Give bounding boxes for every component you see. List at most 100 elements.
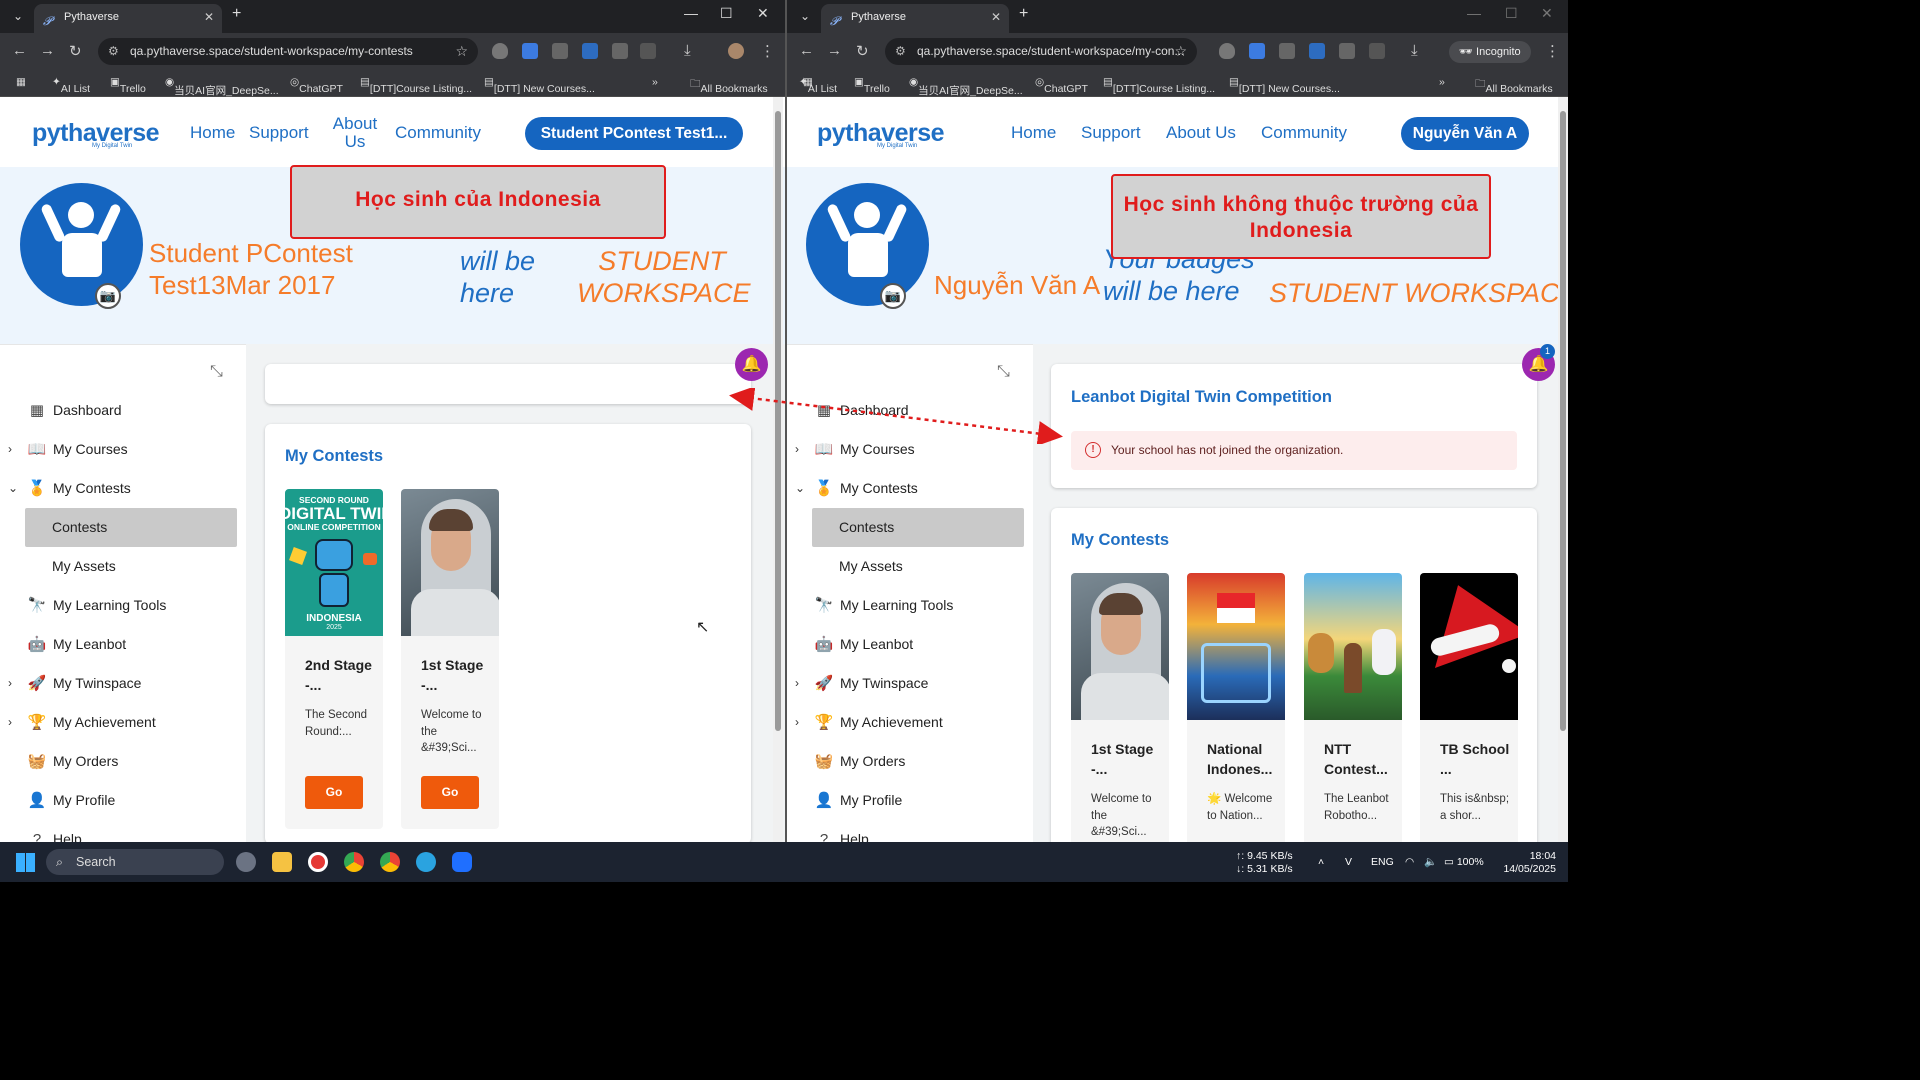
sidebar-item-help[interactable]: ? Help	[787, 820, 1033, 842]
menu-kebab-icon[interactable]: ⋮	[1545, 42, 1560, 60]
maximize-icon[interactable]: ☐	[720, 5, 733, 22]
sidebar-item-my-assets[interactable]: My Assets	[0, 547, 246, 586]
sidebar-item-help[interactable]: ? Help	[0, 820, 246, 842]
sidebar-item-my-learning-tools[interactable]: 🔭 My Learning Tools	[0, 586, 246, 625]
minimize-icon[interactable]: —	[1467, 5, 1481, 21]
puzzle-extensions-icon[interactable]	[1369, 43, 1385, 59]
telegram-icon[interactable]	[416, 852, 436, 872]
camera-icon[interactable]: 📷	[95, 283, 121, 309]
forward-icon[interactable]: →	[40, 42, 55, 59]
go-button[interactable]: Go	[421, 776, 479, 809]
sidebar-item-my-achievement[interactable]: › 🏆 My Achievement	[0, 703, 246, 742]
new-tab-icon[interactable]: +	[232, 5, 241, 23]
incognito-badge[interactable]: 🕶 Incognito	[1449, 41, 1531, 63]
ublock-extension-icon[interactable]	[612, 43, 628, 59]
zip-extension-icon[interactable]	[1309, 43, 1325, 59]
contest-tile[interactable]: 1st Stage -... Welcome to the &#39;Sci..…	[401, 489, 499, 829]
sidebar-item-my-twinspace[interactable]: › 🚀 My Twinspace	[0, 664, 246, 703]
nav-support[interactable]: Support	[249, 123, 309, 143]
scrollbar[interactable]	[1558, 97, 1568, 842]
shield-extension-icon[interactable]	[492, 43, 508, 59]
close-window-icon[interactable]: ✕	[1541, 5, 1553, 22]
sidebar-item-my-profile[interactable]: 👤 My Profile	[787, 781, 1033, 820]
more-bookmarks-icon[interactable]: »	[652, 76, 658, 88]
back-icon[interactable]: ←	[12, 42, 27, 59]
sidebar-item-my-profile[interactable]: 👤 My Profile	[0, 781, 246, 820]
bookmark-item[interactable]: ✦ AI List	[799, 76, 837, 95]
nav-home[interactable]: Home	[1011, 123, 1056, 143]
sidebar-item-my-twinspace[interactable]: › 🚀 My Twinspace	[787, 664, 1033, 703]
recorder-icon[interactable]	[308, 852, 328, 872]
sidebar-item-my-leanbot[interactable]: 🤖 My Leanbot	[787, 625, 1033, 664]
sidebar-item-my-leanbot[interactable]: 🤖 My Leanbot	[0, 625, 246, 664]
sidebar-item-my-assets[interactable]: My Assets	[787, 547, 1033, 586]
address-bar[interactable]: ⚙ qa.pythaverse.space/student-workspace/…	[885, 38, 1197, 65]
sidebar-item-contests[interactable]: Contests	[25, 508, 237, 547]
bookmark-item[interactable]: ▤ [DTT] New Courses...	[1229, 76, 1340, 95]
chrome-profile-icon[interactable]	[380, 852, 400, 872]
site-info-icon[interactable]: ⚙	[108, 38, 119, 65]
tray-chevron-up-icon[interactable]: ˄	[1318, 856, 1324, 869]
bookmark-item[interactable]: ▣ Trello	[854, 76, 890, 95]
sidebar-item-my-courses[interactable]: › 📖 My Courses	[0, 430, 246, 469]
collapse-icon[interactable]: ⤡	[997, 363, 1010, 381]
bookmark-item[interactable]: ◉ 当贝AI官网_DeepSe...	[909, 76, 1023, 97]
translate-extension-icon[interactable]	[522, 43, 538, 59]
sidebar-item-my-achievement[interactable]: › 🏆 My Achievement	[787, 703, 1033, 742]
volume-icon[interactable]: 🔈	[1424, 856, 1437, 869]
bookmark-item[interactable]: ▣ Trello	[110, 76, 146, 95]
sidebar-item-dashboard[interactable]: ▦ Dashboard	[0, 391, 246, 430]
pythaverse-logo[interactable]: pythaverse My Digital Twin	[817, 119, 945, 149]
collapse-icon[interactable]: ⤡	[210, 363, 223, 381]
chrome-icon[interactable]	[344, 852, 364, 872]
nav-community[interactable]: Community	[1261, 123, 1347, 143]
camera-icon[interactable]: 📷	[880, 283, 906, 309]
scrollbar[interactable]	[773, 97, 783, 842]
contest-tile[interactable]: SECOND ROUND DIGITAL TWIN ONLINE COMPETI…	[285, 489, 383, 829]
bookmark-star-icon[interactable]: ☆	[455, 38, 468, 65]
apps-icon[interactable]: ▦	[16, 76, 26, 88]
bookmark-item[interactable]: ▤ [DTT] New Courses...	[484, 76, 595, 95]
forward-icon[interactable]: →	[827, 42, 842, 59]
download-icon[interactable]: ⤓	[1411, 42, 1418, 59]
notification-bell-icon[interactable]: 🔔	[735, 348, 768, 381]
contest-tile[interactable]: NTT Contest... The Leanbot Robotho...	[1304, 573, 1402, 842]
windows-start-icon[interactable]	[16, 853, 35, 872]
zip-extension-icon[interactable]	[582, 43, 598, 59]
minimize-icon[interactable]: —	[684, 5, 698, 21]
puzzle-extensions-icon[interactable]	[640, 43, 656, 59]
shield-extension-icon[interactable]	[1219, 43, 1235, 59]
profile-avatar-icon[interactable]	[728, 43, 744, 59]
contest-tile[interactable]: 1st Stage -... Welcome to the &#39;Sci..…	[1071, 573, 1169, 842]
nav-community[interactable]: Community	[395, 123, 481, 143]
close-tab-icon[interactable]: ✕	[204, 4, 214, 30]
nav-home[interactable]: Home	[190, 123, 235, 143]
ublock-extension-icon[interactable]	[1339, 43, 1355, 59]
back-icon[interactable]: ←	[799, 42, 814, 59]
close-tab-icon[interactable]: ✕	[991, 4, 1001, 30]
sidebar-item-my-contests[interactable]: ⌄ 🏅 My Contests	[0, 469, 246, 508]
address-bar[interactable]: ⚙ qa.pythaverse.space/student-workspace/…	[98, 38, 478, 65]
settings-gear-icon[interactable]	[236, 852, 256, 872]
pythaverse-logo[interactable]: pythaverse My Digital Twin	[32, 119, 160, 149]
menu-kebab-icon[interactable]: ⋮	[760, 42, 775, 60]
new-tab-icon[interactable]: +	[1019, 5, 1028, 23]
sidebar-item-contests[interactable]: Contests	[812, 508, 1024, 547]
tab-search-icon[interactable]: ⌄	[8, 6, 28, 26]
close-window-icon[interactable]: ✕	[757, 5, 769, 22]
vpn-icon[interactable]: V	[1345, 856, 1352, 869]
contest-tile[interactable]: National Indones... 🌟 Welcome to Nation.…	[1187, 573, 1285, 842]
zalo-icon[interactable]	[452, 852, 472, 872]
tab-search-icon[interactable]: ⌄	[795, 6, 815, 26]
download-icon[interactable]: ⤓	[684, 42, 691, 59]
contest-tile[interactable]: TB School ... This is&nbsp; a shor...	[1420, 573, 1518, 842]
sidebar-item-my-orders[interactable]: 🧺 My Orders	[0, 742, 246, 781]
taskbar-search[interactable]: ⌕ Search	[46, 849, 224, 875]
bookmark-item[interactable]: ◎ ChatGPT	[1035, 76, 1088, 95]
all-bookmarks[interactable]: 🗀 All Bookmarks	[690, 76, 768, 95]
translate-extension-icon[interactable]	[1249, 43, 1265, 59]
bookmark-item[interactable]: ◉ 当贝AI官网_DeepSe...	[165, 76, 279, 97]
battery-icon[interactable]: ▭ 100%	[1444, 856, 1484, 869]
bookmark-item[interactable]: ✦ AI List	[52, 76, 90, 95]
bookmark-item[interactable]: ▤ [DTT]Course Listing...	[360, 76, 472, 95]
